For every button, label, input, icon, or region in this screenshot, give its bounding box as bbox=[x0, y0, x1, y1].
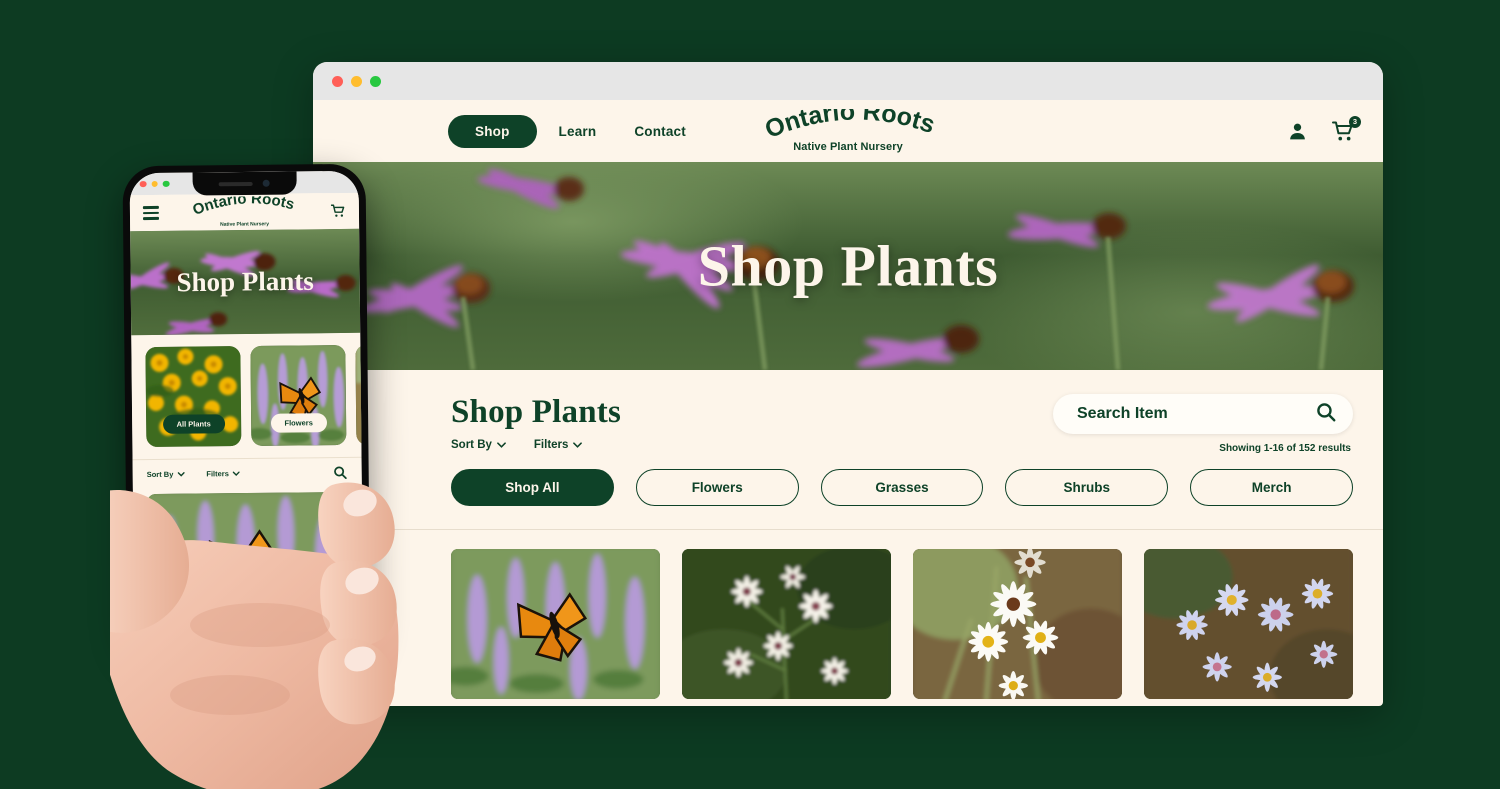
window-minimize-button[interactable] bbox=[351, 75, 362, 87]
phone-cart-button[interactable] bbox=[330, 204, 346, 218]
phone-category-label: All Plants bbox=[162, 414, 225, 434]
browser-title-bar bbox=[313, 62, 1383, 100]
svg-text:Ontario Roots: Ontario Roots bbox=[190, 196, 296, 219]
category-pill-grasses[interactable]: Grasses bbox=[820, 469, 984, 506]
shopping-cart-icon bbox=[330, 204, 345, 217]
chevron-down-icon bbox=[573, 442, 583, 448]
search-bar[interactable] bbox=[1053, 394, 1353, 434]
product-card[interactable] bbox=[451, 549, 660, 699]
chevron-down-icon bbox=[232, 469, 240, 478]
svg-text:Ontario Roots: Ontario Roots bbox=[761, 109, 936, 143]
phone-toolbar: Sort By Filters bbox=[132, 456, 362, 490]
phone-product-card[interactable] bbox=[146, 491, 350, 625]
phone-category-card-all-plants[interactable]: All Plants bbox=[145, 346, 242, 448]
window-minimize-button[interactable] bbox=[151, 180, 158, 188]
hero-title: Shop Plants bbox=[697, 233, 999, 299]
search-area: Showing 1-16 of 152 results bbox=[1053, 394, 1353, 454]
window-close-button[interactable] bbox=[139, 180, 147, 188]
chevron-down-icon bbox=[497, 442, 506, 448]
sort-by-dropdown[interactable]: Sort By bbox=[451, 439, 506, 451]
category-pill-shrubs[interactable]: Shrubs bbox=[1005, 469, 1169, 506]
sort-by-label: Sort By bbox=[451, 439, 492, 451]
category-pill-merch[interactable]: Merch bbox=[1190, 469, 1353, 506]
phone-hero-banner: Shop Plants bbox=[130, 228, 361, 336]
product-card[interactable] bbox=[913, 549, 1122, 699]
shop-toolbar: Sort By Filters bbox=[451, 439, 621, 451]
cart-count-badge: 3 bbox=[1349, 115, 1361, 128]
phone-app-bar: Ontario Roots Native Plant Nursery bbox=[129, 190, 360, 232]
filters-dropdown[interactable]: Filters bbox=[534, 439, 583, 451]
hamburger-menu-icon[interactable] bbox=[142, 206, 160, 220]
camera-icon bbox=[262, 179, 270, 187]
nav-item-shop[interactable]: Shop bbox=[448, 114, 537, 148]
site-logo[interactable]: Ontario Roots Native Plant Nursery bbox=[760, 109, 936, 153]
logo-tagline: Native Plant Nursery bbox=[220, 221, 270, 228]
product-image bbox=[682, 549, 891, 699]
speaker-icon bbox=[218, 181, 253, 186]
results-count: Showing 1-16 of 152 results bbox=[1219, 443, 1351, 454]
nav-item-learn[interactable]: Learn bbox=[543, 115, 613, 148]
phone-product-image bbox=[146, 491, 350, 625]
phone-device: Ontario Roots Native Plant Nursery Shop … bbox=[122, 163, 371, 652]
phone-site-logo[interactable]: Ontario Roots Native Plant Nursery bbox=[188, 190, 300, 228]
person-icon bbox=[1290, 123, 1305, 139]
phone-category-card-flowers[interactable]: Flowers bbox=[250, 344, 347, 446]
window-close-button[interactable] bbox=[332, 75, 343, 87]
product-card[interactable] bbox=[682, 549, 891, 699]
hero-banner: Shop Plants bbox=[313, 162, 1383, 370]
nav-item-contact[interactable]: Contact bbox=[618, 115, 702, 148]
cart-button[interactable]: 3 bbox=[1331, 115, 1361, 142]
category-pill-flowers[interactable]: Flowers bbox=[635, 469, 799, 506]
product-grid bbox=[313, 530, 1383, 699]
phone-search-button[interactable] bbox=[333, 465, 348, 480]
logo-wordmark: Ontario Roots bbox=[761, 109, 936, 143]
browser-window: Shop Learn Contact Ontario Roots Native … bbox=[313, 62, 1383, 706]
logo-wordmark: Ontario Roots bbox=[190, 190, 296, 219]
phone-category-label: Flowers bbox=[270, 413, 327, 433]
site-header: Shop Learn Contact Ontario Roots Native … bbox=[313, 100, 1383, 162]
shop-section: Shop Plants Sort By Filters Search Item … bbox=[313, 370, 1383, 699]
search-button[interactable] bbox=[1315, 401, 1337, 428]
category-filter-bar: Shop All Flowers Grasses Shrubs Merch bbox=[313, 454, 1383, 506]
window-maximize-button[interactable] bbox=[162, 180, 170, 188]
account-button[interactable] bbox=[1287, 121, 1308, 142]
search-icon bbox=[334, 466, 347, 479]
category-image bbox=[355, 343, 364, 445]
phone-notch bbox=[192, 171, 297, 196]
phone-filters-label: Filters bbox=[206, 469, 229, 479]
phone-sort-by-dropdown[interactable]: Sort By bbox=[147, 470, 185, 479]
phone-sort-by-label: Sort By bbox=[146, 469, 174, 480]
phone-filters-dropdown[interactable]: Filters bbox=[206, 469, 240, 478]
window-maximize-button[interactable] bbox=[370, 75, 381, 87]
page-title: Shop Plants bbox=[451, 394, 622, 430]
phone-hero-title: Shop Plants bbox=[176, 265, 314, 298]
header-actions: 3 bbox=[1287, 115, 1361, 142]
main-navigation: Shop Learn Contact bbox=[448, 114, 702, 148]
search-icon bbox=[1317, 402, 1336, 421]
product-card[interactable] bbox=[1144, 549, 1353, 699]
phone-mockup-stage: Ontario Roots Native Plant Nursery Shop … bbox=[110, 155, 410, 789]
shop-heading-group: Shop Plants Sort By Filters bbox=[451, 394, 621, 451]
category-pill-shop-all[interactable]: Shop All bbox=[451, 469, 614, 506]
search-input[interactable] bbox=[1077, 405, 1315, 423]
chevron-down-icon bbox=[177, 470, 185, 479]
product-image bbox=[451, 549, 660, 699]
phone-category-carousel: All Plants Flowers bbox=[131, 332, 364, 460]
product-image bbox=[1144, 549, 1353, 699]
phone-screen: Ontario Roots Native Plant Nursery Shop … bbox=[129, 170, 364, 645]
product-image bbox=[913, 549, 1122, 699]
phone-category-card-next[interactable] bbox=[355, 343, 364, 445]
filters-label: Filters bbox=[533, 439, 569, 451]
logo-tagline: Native Plant Nursery bbox=[793, 141, 903, 153]
